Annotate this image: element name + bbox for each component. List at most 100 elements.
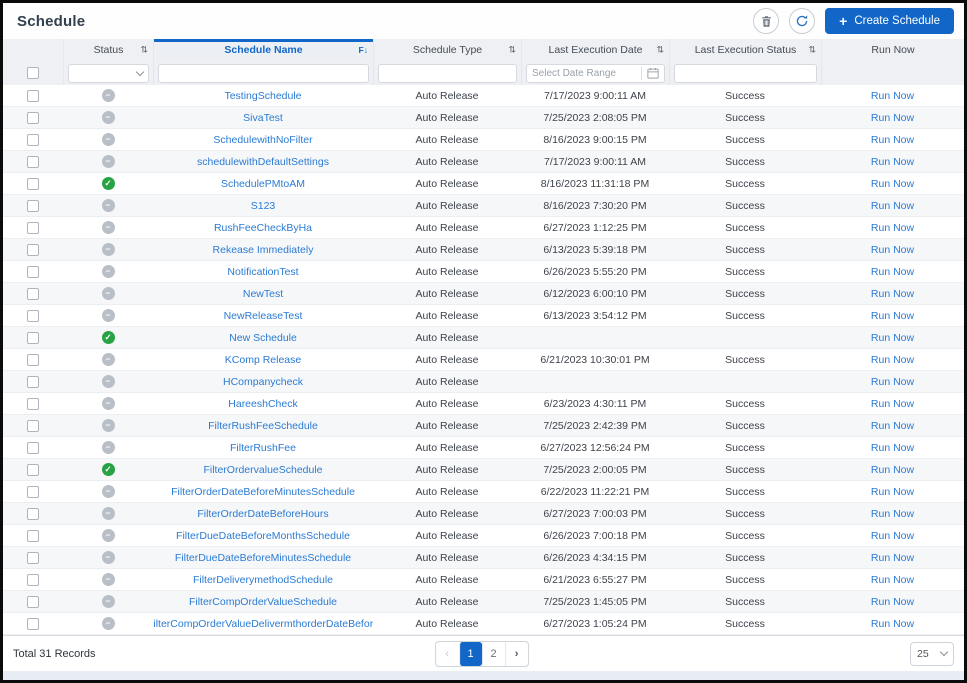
run-now-link[interactable]: Run Now xyxy=(871,222,914,234)
row-checkbox[interactable] xyxy=(27,177,39,190)
select-all-checkbox[interactable] xyxy=(27,67,39,79)
run-now-link[interactable]: Run Now xyxy=(871,464,914,476)
run-now-link[interactable]: Run Now xyxy=(871,310,914,322)
schedule-name-link[interactable]: TestingSchedule xyxy=(153,90,373,102)
schedule-name-link[interactable]: NewTest xyxy=(153,288,373,300)
row-checkbox[interactable] xyxy=(27,287,39,300)
schedule-name-link[interactable]: HareeshCheck xyxy=(153,398,373,410)
schedule-name-link[interactable]: schedulewithDefaultSettings xyxy=(153,156,373,168)
run-now-link[interactable]: Run Now xyxy=(871,354,914,366)
schedule-name-link[interactable]: Rekease Immediately xyxy=(153,244,373,256)
schedule-name-link[interactable]: FilterDeliverymethodSchedule xyxy=(153,574,373,586)
row-checkbox[interactable] xyxy=(27,353,39,366)
run-now-link[interactable]: Run Now xyxy=(871,134,914,146)
schedule-name-link[interactable]: FilterCompOrderValueSchedule xyxy=(153,596,373,608)
schedule-name-link[interactable]: SchedulePMtoAM xyxy=(153,178,373,190)
run-now-link[interactable]: Run Now xyxy=(871,398,914,410)
row-checkbox[interactable] xyxy=(27,111,39,124)
run-now-link[interactable]: Run Now xyxy=(871,618,914,630)
schedule-name-link[interactable]: FilterOrdervalueSchedule xyxy=(153,464,373,476)
run-now-link[interactable]: Run Now xyxy=(871,420,914,432)
date-range-filter-input[interactable]: Select Date Range xyxy=(526,63,665,83)
row-checkbox[interactable] xyxy=(27,89,39,102)
schedule-name-link[interactable]: FilterCompOrderValueDelivermthorderDateB… xyxy=(153,618,373,630)
run-now-link[interactable]: Run Now xyxy=(871,442,914,454)
schedule-type-filter-input[interactable] xyxy=(378,63,517,83)
schedule-name-link[interactable]: SivaTest xyxy=(153,112,373,124)
schedule-name-link[interactable]: NotificationTest xyxy=(153,266,373,278)
exec-status-filter-input[interactable] xyxy=(674,63,817,83)
row-checkbox[interactable] xyxy=(27,617,39,630)
column-header-last-execution-status[interactable]: Last Execution Status ⇅ xyxy=(669,39,821,61)
row-checkbox[interactable] xyxy=(27,375,39,388)
run-now-link[interactable]: Run Now xyxy=(871,288,914,300)
row-checkbox[interactable] xyxy=(27,551,39,564)
sort-icon[interactable]: ⇅ xyxy=(656,45,664,56)
run-now-link[interactable]: Run Now xyxy=(871,90,914,102)
row-checkbox[interactable] xyxy=(27,265,39,278)
schedule-name-link[interactable]: RushFeeCheckByHa xyxy=(153,222,373,234)
run-now-link[interactable]: Run Now xyxy=(871,530,914,542)
schedule-name-link[interactable]: SchedulewithNoFilter xyxy=(153,134,373,146)
run-now-link[interactable]: Run Now xyxy=(871,332,914,344)
row-checkbox[interactable] xyxy=(27,397,39,410)
row-checkbox[interactable] xyxy=(27,507,39,520)
schedule-name-link[interactable]: HCompanycheck xyxy=(153,376,373,388)
row-checkbox[interactable] xyxy=(27,463,39,476)
run-now-link[interactable]: Run Now xyxy=(871,112,914,124)
row-checkbox[interactable] xyxy=(27,133,39,146)
calendar-icon[interactable] xyxy=(647,67,659,79)
schedule-name-link[interactable]: NewReleaseTest xyxy=(153,310,373,322)
row-checkbox[interactable] xyxy=(27,331,39,344)
schedule-name-link[interactable]: FilterRushFeeSchedule xyxy=(153,420,373,432)
sort-icon[interactable]: ⇅ xyxy=(808,45,816,56)
run-now-link[interactable]: Run Now xyxy=(871,178,914,190)
run-now-link[interactable]: Run Now xyxy=(871,244,914,256)
schedule-name-link[interactable]: FilterOrderDateBeforeMinutesSchedule xyxy=(153,486,373,498)
row-checkbox[interactable] xyxy=(27,309,39,322)
row-checkbox[interactable] xyxy=(27,573,39,586)
row-checkbox[interactable] xyxy=(27,199,39,212)
column-header-status[interactable]: Status ⇅ xyxy=(63,39,153,61)
run-now-link[interactable]: Run Now xyxy=(871,266,914,278)
run-now-link[interactable]: Run Now xyxy=(871,376,914,388)
row-checkbox[interactable] xyxy=(27,155,39,168)
run-now-link[interactable]: Run Now xyxy=(871,552,914,564)
page-2-button[interactable]: 2 xyxy=(481,641,505,666)
create-schedule-button[interactable]: + Create Schedule xyxy=(825,8,954,34)
refresh-button[interactable] xyxy=(789,8,816,34)
run-now-link[interactable]: Run Now xyxy=(871,574,914,586)
sort-active-icon[interactable]: F↓ xyxy=(359,45,368,55)
schedule-name-link[interactable]: FilterDueDateBeforeMonthsSchedule xyxy=(153,530,373,542)
run-now-link[interactable]: Run Now xyxy=(871,508,914,520)
schedule-name-link[interactable]: S123 xyxy=(153,200,373,212)
run-now-link[interactable]: Run Now xyxy=(871,200,914,212)
schedule-name-link[interactable]: FilterOrderDateBeforeHours xyxy=(153,508,373,520)
schedule-name-link[interactable]: FilterDueDateBeforeMinutesSchedule xyxy=(153,552,373,564)
run-now-link[interactable]: Run Now xyxy=(871,156,914,168)
column-header-last-execution-date[interactable]: Last Execution Date ⇅ xyxy=(521,39,669,61)
row-checkbox[interactable] xyxy=(27,441,39,454)
delete-button[interactable] xyxy=(753,8,780,34)
page-size-select[interactable]: 25 xyxy=(910,641,954,666)
row-checkbox[interactable] xyxy=(27,221,39,234)
row-checkbox[interactable] xyxy=(27,529,39,542)
sort-icon[interactable]: ⇅ xyxy=(508,45,516,56)
schedule-name-filter-input[interactable] xyxy=(158,63,369,83)
next-page-button[interactable]: › xyxy=(504,641,528,666)
status-filter-select[interactable] xyxy=(68,63,149,83)
row-checkbox[interactable] xyxy=(27,595,39,608)
previous-page-button[interactable]: ‹ xyxy=(436,642,459,666)
run-now-link[interactable]: Run Now xyxy=(871,596,914,608)
sort-icon[interactable]: ⇅ xyxy=(140,45,148,56)
schedule-name-link[interactable]: KComp Release xyxy=(153,354,373,366)
column-header-schedule-type[interactable]: Schedule Type ⇅ xyxy=(373,39,521,61)
page-1-button[interactable]: 1 xyxy=(458,641,482,666)
row-checkbox[interactable] xyxy=(27,485,39,498)
column-header-schedule-name[interactable]: Schedule Name F↓ xyxy=(153,39,373,61)
schedule-name-link[interactable]: FilterRushFee xyxy=(153,442,373,454)
schedule-name-link[interactable]: New Schedule xyxy=(153,332,373,344)
row-checkbox[interactable] xyxy=(27,243,39,256)
run-now-link[interactable]: Run Now xyxy=(871,486,914,498)
row-checkbox[interactable] xyxy=(27,419,39,432)
